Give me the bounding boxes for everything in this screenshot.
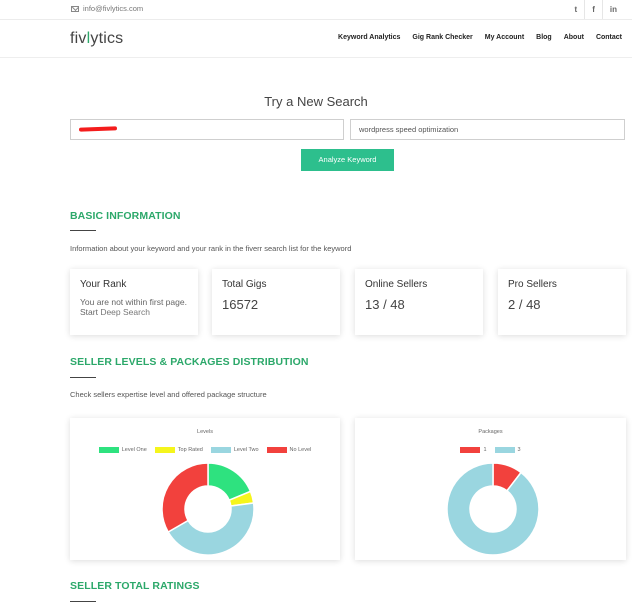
- legend-label: No Level: [289, 447, 312, 453]
- legend-label: Level Two: [233, 447, 259, 453]
- search-title: Try a New Search: [264, 94, 368, 109]
- packages-donut-chart: [446, 462, 540, 556]
- main-navbar: fivlytics Keyword Analytics Gig Rank Che…: [0, 20, 632, 58]
- ratings-section-divider: [70, 601, 96, 602]
- basic-info-desc: Information about your keyword and your …: [70, 244, 352, 253]
- legend-item[interactable]: Level Two: [210, 447, 259, 453]
- levels-chart-title: Levels: [197, 429, 213, 435]
- pro-sellers-value: 2 / 48: [508, 297, 541, 312]
- nav-about[interactable]: About: [564, 34, 584, 41]
- legend-swatch: [460, 447, 481, 453]
- legend-label: Level One: [121, 447, 147, 453]
- total-gigs-value: 16572: [222, 297, 259, 312]
- pro-sellers-card: Pro Sellers 2 / 48: [498, 269, 626, 335]
- online-sellers-value: 13 / 48: [365, 297, 405, 312]
- username-input[interactable]: [70, 119, 344, 140]
- nav-keyword-analytics[interactable]: Keyword Analytics: [338, 34, 400, 41]
- basic-info-title: BASIC INFORMATION: [70, 210, 181, 222]
- linkedin-icon[interactable]: in: [601, 0, 624, 19]
- legend-swatch: [210, 447, 231, 453]
- legend-label: 3: [517, 447, 521, 453]
- online-sellers-title: Online Sellers: [365, 279, 428, 290]
- logo-part-1: fiv: [70, 30, 87, 47]
- levels-section-divider: [70, 377, 96, 378]
- online-sellers-card: Online Sellers 13 / 48: [355, 269, 483, 335]
- legend-item[interactable]: 3: [494, 447, 521, 453]
- total-gigs-card: Total Gigs 16572: [212, 269, 340, 335]
- redaction-mark: [78, 126, 118, 132]
- email-text[interactable]: info@fivlytics.com: [83, 4, 143, 13]
- levels-section-title: SELLER LEVELS & PACKAGES DISTRIBUTION: [70, 356, 309, 368]
- legend-label: 1: [483, 447, 487, 453]
- top-bar: info@fivlytics.com t f in: [0, 0, 632, 20]
- legend-swatch: [98, 447, 119, 453]
- envelope-icon: [71, 5, 79, 12]
- packages-chart-card: Packages 13: [355, 418, 626, 560]
- logo-part-3: ytics: [90, 30, 124, 47]
- nav-menu: Keyword Analytics Gig Rank Checker My Ac…: [338, 34, 622, 41]
- legend-item[interactable]: No Level: [266, 447, 312, 453]
- pro-sellers-title: Pro Sellers: [508, 279, 557, 290]
- facebook-icon[interactable]: f: [584, 0, 602, 19]
- deep-search-link[interactable]: Deep Search: [100, 307, 150, 317]
- legend-swatch: [494, 447, 515, 453]
- twitter-icon[interactable]: t: [568, 0, 585, 19]
- legend-item[interactable]: Top Rated: [154, 447, 203, 453]
- keyword-input[interactable]: wordpress speed optimization: [350, 119, 625, 140]
- donut-slice-no-level[interactable]: [161, 462, 209, 534]
- contact-email[interactable]: info@fivlytics.com: [71, 4, 143, 13]
- site-logo[interactable]: fivlytics: [70, 30, 123, 48]
- packages-legend: 13: [355, 447, 626, 453]
- nav-my-account[interactable]: My Account: [485, 34, 524, 41]
- legend-swatch: [266, 447, 287, 453]
- analyze-keyword-button[interactable]: Analyze Keyword: [301, 149, 394, 171]
- levels-section-desc: Check sellers expertise level and offere…: [70, 390, 267, 399]
- legend-label: Top Rated: [177, 447, 203, 453]
- donut-slice-3[interactable]: [446, 462, 540, 556]
- levels-donut-chart: [161, 462, 255, 556]
- legend-swatch: [154, 447, 175, 453]
- your-rank-title: Your Rank: [80, 279, 127, 290]
- packages-chart-title: Packages: [478, 429, 503, 435]
- levels-legend: Level One Top Rated Level Two No Level: [70, 447, 340, 453]
- nav-gig-rank-checker[interactable]: Gig Rank Checker: [412, 34, 472, 41]
- social-links: t f in: [568, 0, 624, 19]
- levels-chart-card: Levels Level One Top Rated Level Two No Lev…: [70, 418, 340, 560]
- nav-blog[interactable]: Blog: [536, 34, 552, 41]
- total-gigs-title: Total Gigs: [222, 279, 267, 290]
- nav-contact[interactable]: Contact: [596, 34, 622, 41]
- ratings-section-title: SELLER TOTAL RATINGS: [70, 580, 200, 592]
- your-rank-card: Your Rank You are not within first page.…: [70, 269, 198, 335]
- your-rank-text: You are not within first page. Start Dee…: [80, 297, 188, 317]
- legend-item[interactable]: Level One: [98, 447, 147, 453]
- basic-info-divider: [70, 230, 96, 231]
- legend-item[interactable]: 1: [460, 447, 487, 453]
